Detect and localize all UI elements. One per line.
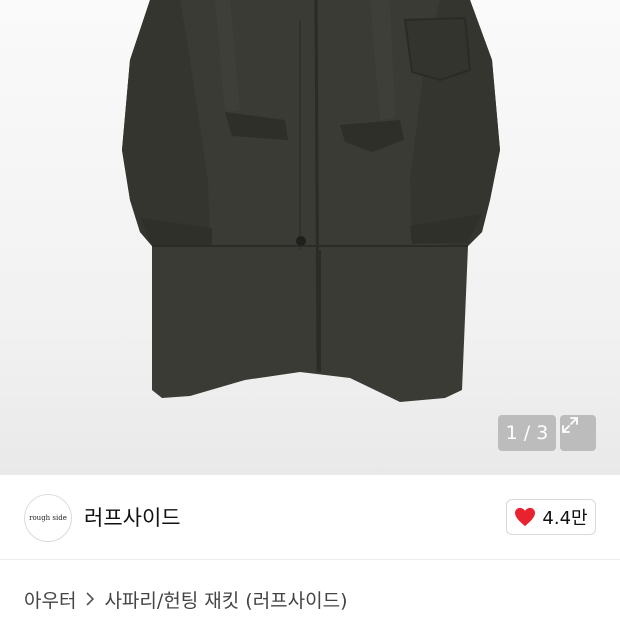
brand-section: rough side 러프사이드 4.4만: [0, 475, 620, 560]
like-button[interactable]: 4.4만: [506, 499, 596, 535]
product-image-gallery[interactable]: 1 / 3: [0, 0, 620, 475]
like-count: 4.4만: [542, 508, 588, 529]
breadcrumb-category[interactable]: 아우터: [24, 586, 76, 613]
image-counter: 1 / 3: [498, 415, 556, 451]
expand-button[interactable]: [560, 415, 596, 451]
brand-logo[interactable]: rough side: [24, 494, 72, 542]
chevron-right-icon: [86, 592, 95, 606]
heart-icon: [515, 507, 536, 527]
breadcrumb: 아우터 사파리/헌팅 재킷 (러프사이드): [24, 584, 348, 614]
expand-icon: [562, 417, 578, 433]
breadcrumb-product[interactable]: 사파리/헌팅 재킷 (러프사이드): [104, 586, 347, 613]
product-photo-coat: [122, 0, 500, 402]
brand-name[interactable]: 러프사이드: [84, 503, 181, 533]
